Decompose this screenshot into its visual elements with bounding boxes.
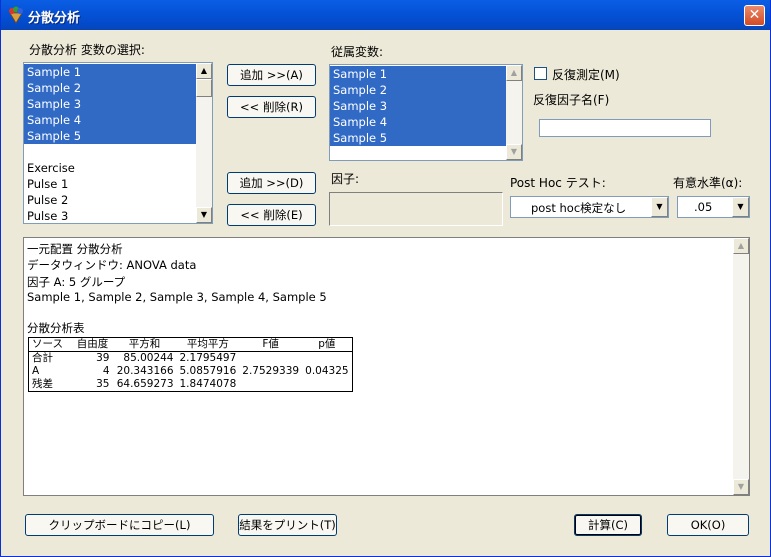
anova-dialog: 分散分析 ✕ 分散分析 変数の選択: Sample 1 Sample 2 Sampl… — [0, 0, 771, 557]
close-icon: ✕ — [748, 7, 761, 23]
result-line: 一元配置 分散分析 — [27, 242, 123, 256]
app-icon — [9, 6, 23, 24]
list-item[interactable]: Sample 5 — [24, 128, 212, 144]
dependent-label: 従属変数: — [331, 45, 384, 59]
table-cell: 39 — [96, 352, 110, 364]
list-item[interactable] — [24, 144, 212, 160]
scroll-up-icon[interactable]: ▲ — [196, 63, 212, 79]
post-hoc-value: post hoc検定なし — [531, 201, 627, 215]
table-cell — [302, 352, 352, 366]
factor-box[interactable] — [329, 192, 503, 226]
list-item[interactable]: Sample 4 — [24, 112, 212, 128]
column-header: p値 — [302, 337, 353, 352]
table-cell: 2.1795497 — [179, 352, 237, 364]
dependent-list-scrollbar[interactable]: ▲ ▼ — [506, 65, 522, 160]
post-hoc-select[interactable]: post hoc検定なし ▼ — [510, 196, 669, 218]
result-line: 因子 A: 5 グループ — [27, 275, 126, 289]
table-header-row: ソース 自由度 平方和 平均平方 F値 p値 — [28, 337, 353, 352]
scroll-down-icon[interactable]: ▼ — [196, 207, 212, 223]
table-row: 残差 35 64.659273 1.8474078 — [29, 378, 353, 392]
list-item[interactable]: Sample 4 — [330, 114, 522, 130]
scroll-down-icon[interactable]: ▼ — [506, 144, 522, 160]
list-item[interactable]: Exercise — [24, 160, 212, 176]
column-header: 平均平方 — [176, 337, 240, 352]
remove-dependent-button[interactable]: << 削除(R) — [227, 96, 316, 118]
anova-table-title: 分散分析表 — [27, 321, 85, 335]
result-line: データウィンドウ: ANOVA data — [27, 258, 197, 272]
anova-table: ソース 自由度 平方和 平均平方 F値 p値 合計 39 85.00244 2.179… — [28, 337, 353, 392]
scroll-down-icon[interactable]: ▼ — [733, 479, 749, 495]
table-cell: 1.8474078 — [179, 378, 237, 390]
variable-select-label: 分散分析 変数の選択: — [29, 43, 145, 57]
alpha-label: 有意水準(α): — [673, 176, 743, 190]
chevron-down-icon[interactable]: ▼ — [732, 197, 749, 217]
chevron-down-icon[interactable]: ▼ — [651, 197, 668, 217]
results-scrollbar[interactable]: ▲ ▼ — [733, 238, 749, 495]
post-hoc-label: Post Hoc テスト: — [510, 176, 606, 190]
column-header: 自由度 — [72, 337, 113, 352]
alpha-select[interactable]: .05 ▼ — [677, 196, 750, 218]
close-button[interactable]: ✕ — [744, 5, 765, 26]
list-item[interactable]: Sample 2 — [24, 80, 212, 96]
table-cell: 85.00244 — [123, 352, 174, 364]
list-item[interactable]: Pulse 2 — [24, 192, 212, 208]
remove-factor-button[interactable]: << 削除(E) — [227, 204, 316, 226]
variable-list-scrollbar[interactable]: ▲ ▼ — [196, 63, 212, 223]
window-title: 分散分析 — [28, 11, 81, 26]
list-item[interactable]: Pulse 1 — [24, 176, 212, 192]
list-item[interactable]: Sample 3 — [330, 98, 522, 114]
table-cell: 5.0857916 — [179, 365, 237, 377]
list-item[interactable]: Pulse 3 — [24, 208, 212, 223]
scroll-thumb[interactable] — [196, 79, 212, 97]
table-cell — [239, 352, 302, 366]
dependent-listbox[interactable]: Sample 1 Sample 2 Sample 3 Sample 4 Sample 5… — [329, 64, 523, 161]
list-item[interactable]: Sample 1 — [24, 64, 212, 80]
column-header: 平方和 — [112, 337, 177, 352]
list-item[interactable]: Sample 2 — [330, 82, 522, 98]
table-cell: 0.04325 — [305, 365, 349, 377]
copy-clipboard-button[interactable]: クリップボードにコピー(L) — [25, 514, 214, 536]
table-cell: 64.659273 — [116, 378, 174, 390]
factor-label: 因子: — [331, 172, 360, 186]
table-cell: 35 — [96, 378, 110, 390]
scroll-up-icon[interactable]: ▲ — [733, 238, 749, 254]
table-cell — [302, 378, 352, 392]
calculate-button[interactable]: 計算(C) — [574, 514, 642, 536]
scroll-up-icon[interactable]: ▲ — [506, 65, 522, 81]
repeated-measures-checkbox[interactable] — [534, 67, 547, 80]
table-cell: 2.7529339 — [242, 365, 300, 377]
ok-button[interactable]: OK(O) — [667, 514, 749, 536]
title-bar[interactable]: 分散分析 ✕ — [1, 0, 770, 30]
table-row: 合計 39 85.00244 2.1795497 — [29, 352, 353, 366]
table-cell: 残差 — [32, 378, 53, 390]
list-item[interactable]: Sample 5 — [330, 130, 522, 146]
table-row: A 4 20.343166 5.0857916 2.7529339 0.04325 — [29, 365, 353, 378]
print-results-button[interactable]: 結果をプリント(T) — [238, 514, 337, 536]
repeated-factor-name-label: 反復因子名(F) — [533, 93, 610, 107]
repeated-factor-name-input[interactable] — [539, 119, 711, 137]
alpha-value: .05 — [694, 200, 713, 214]
variable-listbox[interactable]: Sample 1 Sample 2 Sample 3 Sample 4 Sample 5… — [23, 62, 213, 224]
table-cell: 4 — [102, 365, 110, 377]
table-cell: 20.343166 — [116, 365, 174, 377]
list-item[interactable]: Sample 3 — [24, 96, 212, 112]
table-cell — [239, 378, 302, 392]
add-factor-button[interactable]: 追加 >>(D) — [227, 172, 316, 194]
result-line: Sample 1, Sample 2, Sample 3, Sample 4, … — [27, 290, 327, 304]
table-cell: A — [32, 365, 40, 377]
results-panel[interactable]: 一元配置 分散分析 データウィンドウ: ANOVA data 因子 A: 5 グ… — [23, 237, 750, 496]
column-header: ソース — [28, 337, 73, 352]
add-dependent-button[interactable]: 追加 >>(A) — [227, 64, 316, 86]
table-cell: 合計 — [32, 352, 53, 364]
list-item[interactable]: Sample 1 — [330, 66, 522, 82]
column-header: F値 — [239, 337, 303, 352]
repeated-measures-label: 反復測定(M) — [552, 68, 620, 82]
